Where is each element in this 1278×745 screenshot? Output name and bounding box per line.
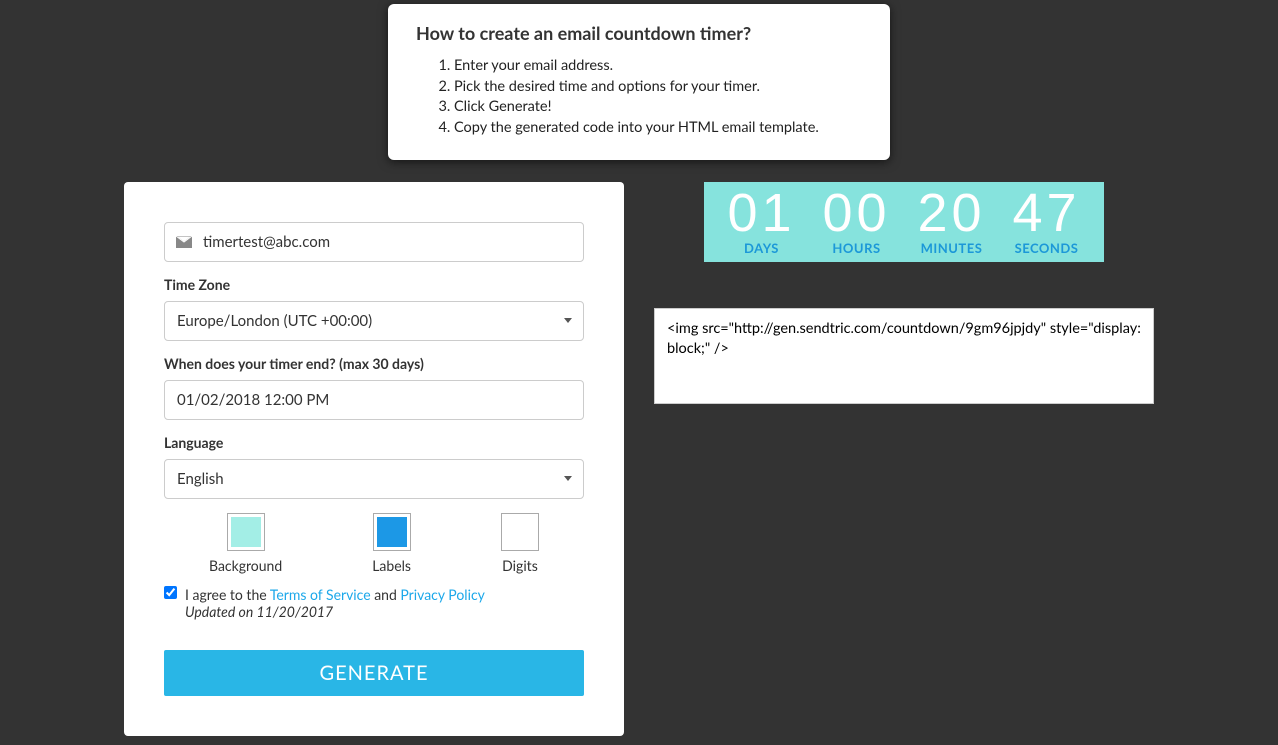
swatch-inner — [231, 517, 261, 547]
timezone-label: Time Zone — [164, 276, 584, 293]
background-color-label: Background — [209, 557, 282, 574]
hours-label: HOURS — [822, 240, 890, 256]
language-select[interactable] — [164, 459, 584, 499]
chevron-down-icon — [564, 318, 572, 323]
labels-color-swatch[interactable] — [373, 513, 411, 551]
agree-checkbox[interactable] — [164, 586, 177, 599]
countdown-preview: 01 DAYS 00 HOURS 20 MINUTES 47 SECONDS — [704, 182, 1104, 262]
end-label: When does your timer end? (max 30 days) — [164, 355, 584, 372]
minutes-number: 20 — [917, 186, 985, 240]
timezone-select[interactable] — [164, 301, 584, 341]
swatch-inner — [505, 517, 535, 547]
language-label: Language — [164, 434, 584, 451]
digits-color-label: Digits — [501, 557, 539, 574]
swatch-inner — [377, 517, 407, 547]
end-datetime-field[interactable] — [164, 380, 584, 420]
generated-code[interactable] — [654, 308, 1154, 404]
howto-title: How to create an email countdown timer? — [416, 22, 862, 44]
agree-text: I agree to the Terms of Service and Priv… — [185, 586, 485, 620]
privacy-link[interactable]: Privacy Policy — [400, 586, 484, 603]
email-field[interactable] — [164, 222, 584, 262]
updated-text: Updated on 11/20/2017 — [185, 603, 485, 620]
background-color-swatch[interactable] — [227, 513, 265, 551]
tos-link[interactable]: Terms of Service — [270, 586, 371, 603]
generate-button[interactable]: GENERATE — [164, 650, 584, 696]
howto-step: Copy the generated code into your HTML e… — [454, 118, 862, 138]
chevron-down-icon — [564, 476, 572, 481]
labels-color-label: Labels — [372, 557, 411, 574]
howto-steps: Enter your email address. Pick the desir… — [454, 56, 862, 137]
digits-color-swatch[interactable] — [501, 513, 539, 551]
minutes-label: MINUTES — [917, 240, 985, 256]
howto-card: How to create an email countdown timer? … — [388, 4, 890, 160]
envelope-icon — [176, 234, 192, 251]
form-panel: Time Zone When does your timer end? (max… — [124, 182, 624, 736]
howto-step: Enter your email address. — [454, 56, 862, 76]
seconds-label: SECONDS — [1012, 240, 1080, 256]
days-number: 01 — [727, 186, 795, 240]
hours-number: 00 — [822, 186, 890, 240]
howto-step: Click Generate! — [454, 97, 862, 117]
howto-step: Pick the desired time and options for yo… — [454, 77, 862, 97]
seconds-number: 47 — [1012, 186, 1080, 240]
